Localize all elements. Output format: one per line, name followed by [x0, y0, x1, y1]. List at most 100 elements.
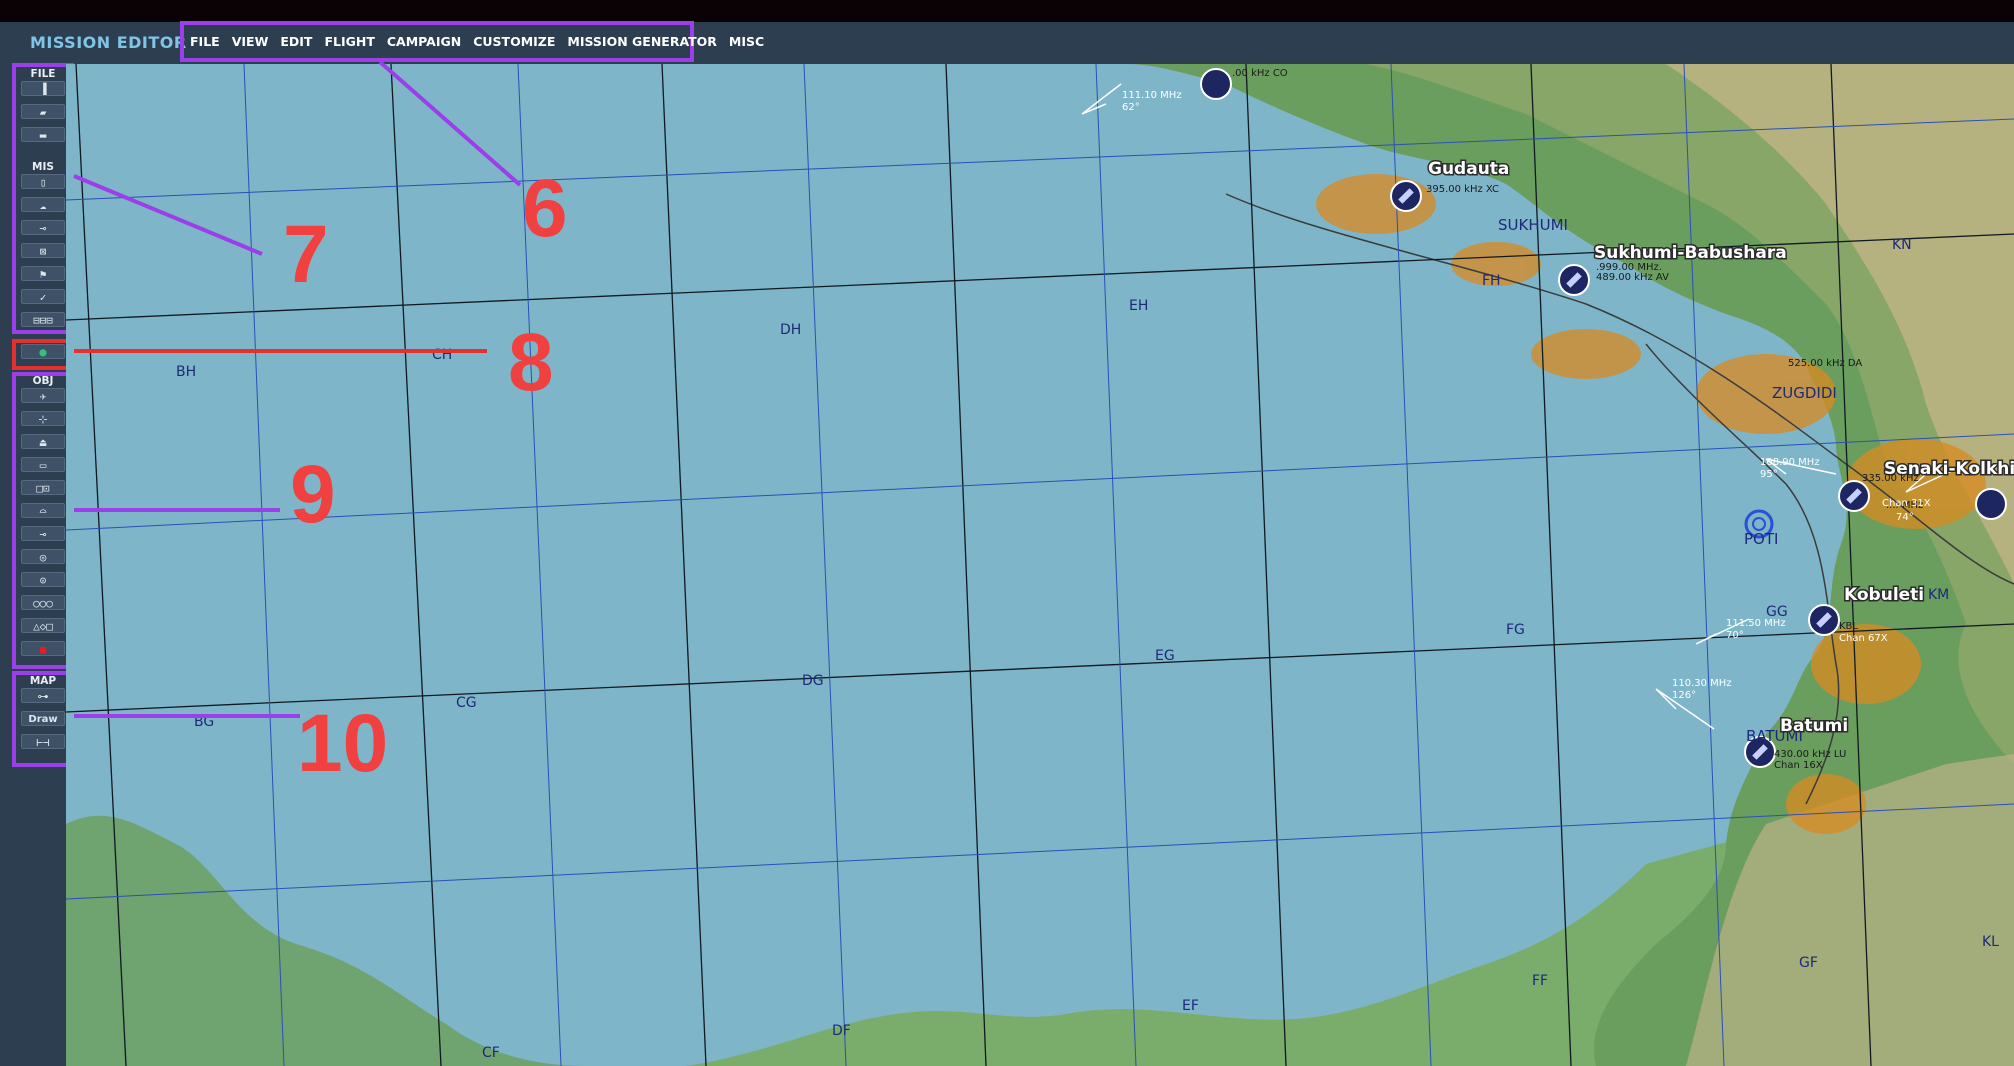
callout-number-8: 8	[508, 317, 554, 408]
open-mission-button[interactable]: ▰	[21, 104, 65, 119]
add-static-button[interactable]: □⊡	[21, 480, 65, 495]
add-zone-button[interactable]: ◎	[21, 549, 65, 564]
obj-section-label: OBJ	[32, 375, 54, 387]
save-mission-button[interactable]: ▬	[21, 127, 65, 142]
nav-label: Chan 67X	[1839, 633, 1888, 644]
nav-label: Chan 16X	[1774, 760, 1823, 771]
grid-label-bh: BH	[176, 364, 196, 380]
grid-label-cf: CF	[482, 1045, 500, 1061]
resources-button[interactable]: ⊠	[21, 243, 65, 258]
menu-file[interactable]: FILE	[190, 34, 220, 49]
airfield-label-batumi: Batumi	[1780, 716, 1848, 736]
nav-label: 335.00 kHz	[1862, 473, 1919, 484]
mis-section: MIS ▯ ☁ ⊸ ⊠ ⚑ ✓ ⊟⊟⊟	[12, 160, 74, 335]
nav-label: 430.00 kHz LU	[1774, 749, 1846, 760]
grid-label-eg: EG	[1155, 648, 1175, 664]
nav-label: 70°	[1726, 630, 1744, 641]
grid-label-dh: DH	[780, 322, 801, 338]
grid-label-bg: BG	[194, 714, 214, 730]
grid-label-ch: CH	[432, 347, 452, 363]
city-label-poti: POTI	[1744, 530, 1778, 548]
mis-section-label: MIS	[32, 161, 54, 173]
add-plane-button[interactable]: ✈	[21, 388, 65, 403]
add-formation-button[interactable]: ⌓	[21, 503, 65, 518]
delete-button[interactable]: ■	[21, 641, 65, 656]
nav-label: 126°	[1672, 690, 1696, 701]
map-canvas: BHCHDHEHFHKNDGEGFGGGKMBGCGCFDFEFFFGFKLSU…	[66, 64, 2014, 1066]
menu-mission-generator[interactable]: MISSION GENERATOR	[567, 34, 717, 49]
grid-label-ff: FF	[1532, 973, 1548, 989]
airfield-label-sukhumi-babushara: Sukhumi-Babushara	[1594, 243, 1787, 263]
grid-label-kn: KN	[1892, 237, 1912, 253]
grid-label-fg: FG	[1506, 622, 1525, 638]
add-vehicle-button[interactable]: ▭	[21, 457, 65, 472]
triggers-button[interactable]: ⊸	[21, 220, 65, 235]
nav-label: .00 kHz CO	[1232, 68, 1288, 79]
nav-label: 111.50 MHz	[1726, 618, 1786, 629]
options-button[interactable]: ⊟⊟⊟	[21, 312, 65, 327]
add-template-button[interactable]: ○○○	[21, 595, 65, 610]
city-label-sukhumi: SUKHUMI	[1498, 216, 1568, 234]
add-mark-button[interactable]: △◇□	[21, 618, 65, 633]
menu-misc[interactable]: MISC	[729, 34, 764, 49]
grid-label-df: DF	[832, 1023, 851, 1039]
add-ship-button[interactable]: ⏏	[21, 434, 65, 449]
airfield-icon[interactable]	[1200, 68, 1232, 100]
grid-label-cg: CG	[456, 695, 477, 711]
map-key-button[interactable]: ⊶	[21, 688, 65, 703]
nav-label: KBL	[1839, 621, 1858, 632]
grid-label-km: KM	[1928, 587, 1949, 603]
add-helicopter-button[interactable]: ⊹	[21, 411, 65, 426]
airfield-label-kobuleti: Kobuleti	[1844, 585, 1924, 605]
fly-mission-button[interactable]: ●	[21, 344, 65, 359]
app-title: MISSION EDITOR	[30, 33, 187, 52]
nav-label: 525.00 kHz DA	[1788, 358, 1862, 369]
mission-editor-window: MISSION EDITOR FILE VIEW EDIT FLIGHT CAMPAIG…	[0, 0, 2014, 1066]
airfield-label-gudauta: Gudauta	[1428, 159, 1509, 179]
grid-label-gf: GF	[1799, 955, 1818, 971]
main-menu-bar: FILE VIEW EDIT FLIGHT CAMPAIGN CUSTOMIZE MISSI…	[180, 21, 764, 62]
grid-label-eh: EH	[1129, 298, 1148, 314]
nav-label: 489.00 kHz AV	[1596, 272, 1669, 283]
weather-button[interactable]: ☁	[21, 197, 65, 212]
nav-label: 111.10 MHz	[1122, 90, 1182, 101]
callout-number-10: 10	[297, 698, 389, 789]
file-section-label: FILE	[30, 68, 56, 80]
map-section-label: MAP	[29, 675, 57, 687]
sim-section: ●	[12, 344, 74, 367]
grid-label-dg: DG	[802, 673, 824, 689]
draw-button[interactable]: Draw	[21, 711, 65, 726]
menu-customize[interactable]: CUSTOMIZE	[473, 34, 555, 49]
file-section: FILE ▐ ▰ ▬	[12, 67, 74, 150]
check-button[interactable]: ✓	[21, 289, 65, 304]
grid-label-ef: EF	[1182, 998, 1199, 1014]
goals-button[interactable]: ⚑	[21, 266, 65, 281]
callout-number-7: 7	[283, 209, 329, 300]
ruler-button[interactable]: ⊢⊣	[21, 734, 65, 749]
nav-label: 395.00 kHz XC	[1426, 184, 1499, 195]
city-label-zugdidi: ZUGDIDI	[1772, 384, 1837, 402]
nav-label: Chan 31X	[1882, 498, 1931, 509]
airfield-icon[interactable]	[1975, 488, 2007, 520]
menu-edit[interactable]: EDIT	[280, 34, 312, 49]
nav-label: 74°	[1896, 512, 1914, 523]
grid-label-kl: KL	[1982, 934, 1999, 950]
map-section: MAP ⊶ Draw ⊢⊣	[12, 674, 74, 757]
new-mission-button[interactable]: ▐	[21, 81, 65, 96]
menu-view[interactable]: VIEW	[232, 34, 269, 49]
nav-label: 62°	[1122, 102, 1140, 113]
nav-label: 110.30 MHz	[1672, 678, 1732, 689]
nav-label: 108.90 MHz	[1760, 457, 1820, 468]
land-south-west	[66, 815, 586, 1066]
briefing-button[interactable]: ▯	[21, 174, 65, 189]
window-top-strip	[0, 0, 2014, 22]
map-view[interactable]: BH CH DH EH FH KN DG EG FG GG KM BG CG CF DF EF FF GF KL SU…	[66, 64, 2014, 1066]
add-nav-point-button[interactable]: ⊙	[21, 572, 65, 587]
grid-label-fh: FH	[1482, 273, 1501, 289]
menu-flight[interactable]: FLIGHT	[324, 34, 374, 49]
add-waypoint-button[interactable]: ⊸	[21, 526, 65, 541]
obj-section: OBJ ✈ ⊹ ⏏ ▭ □⊡ ⌓ ⊸ ◎ ⊙ ○○○ △◇□ ■	[12, 374, 74, 664]
callout-number-6: 6	[522, 163, 568, 254]
callout-number-9: 9	[290, 449, 336, 540]
menu-campaign[interactable]: CAMPAIGN	[387, 34, 461, 49]
